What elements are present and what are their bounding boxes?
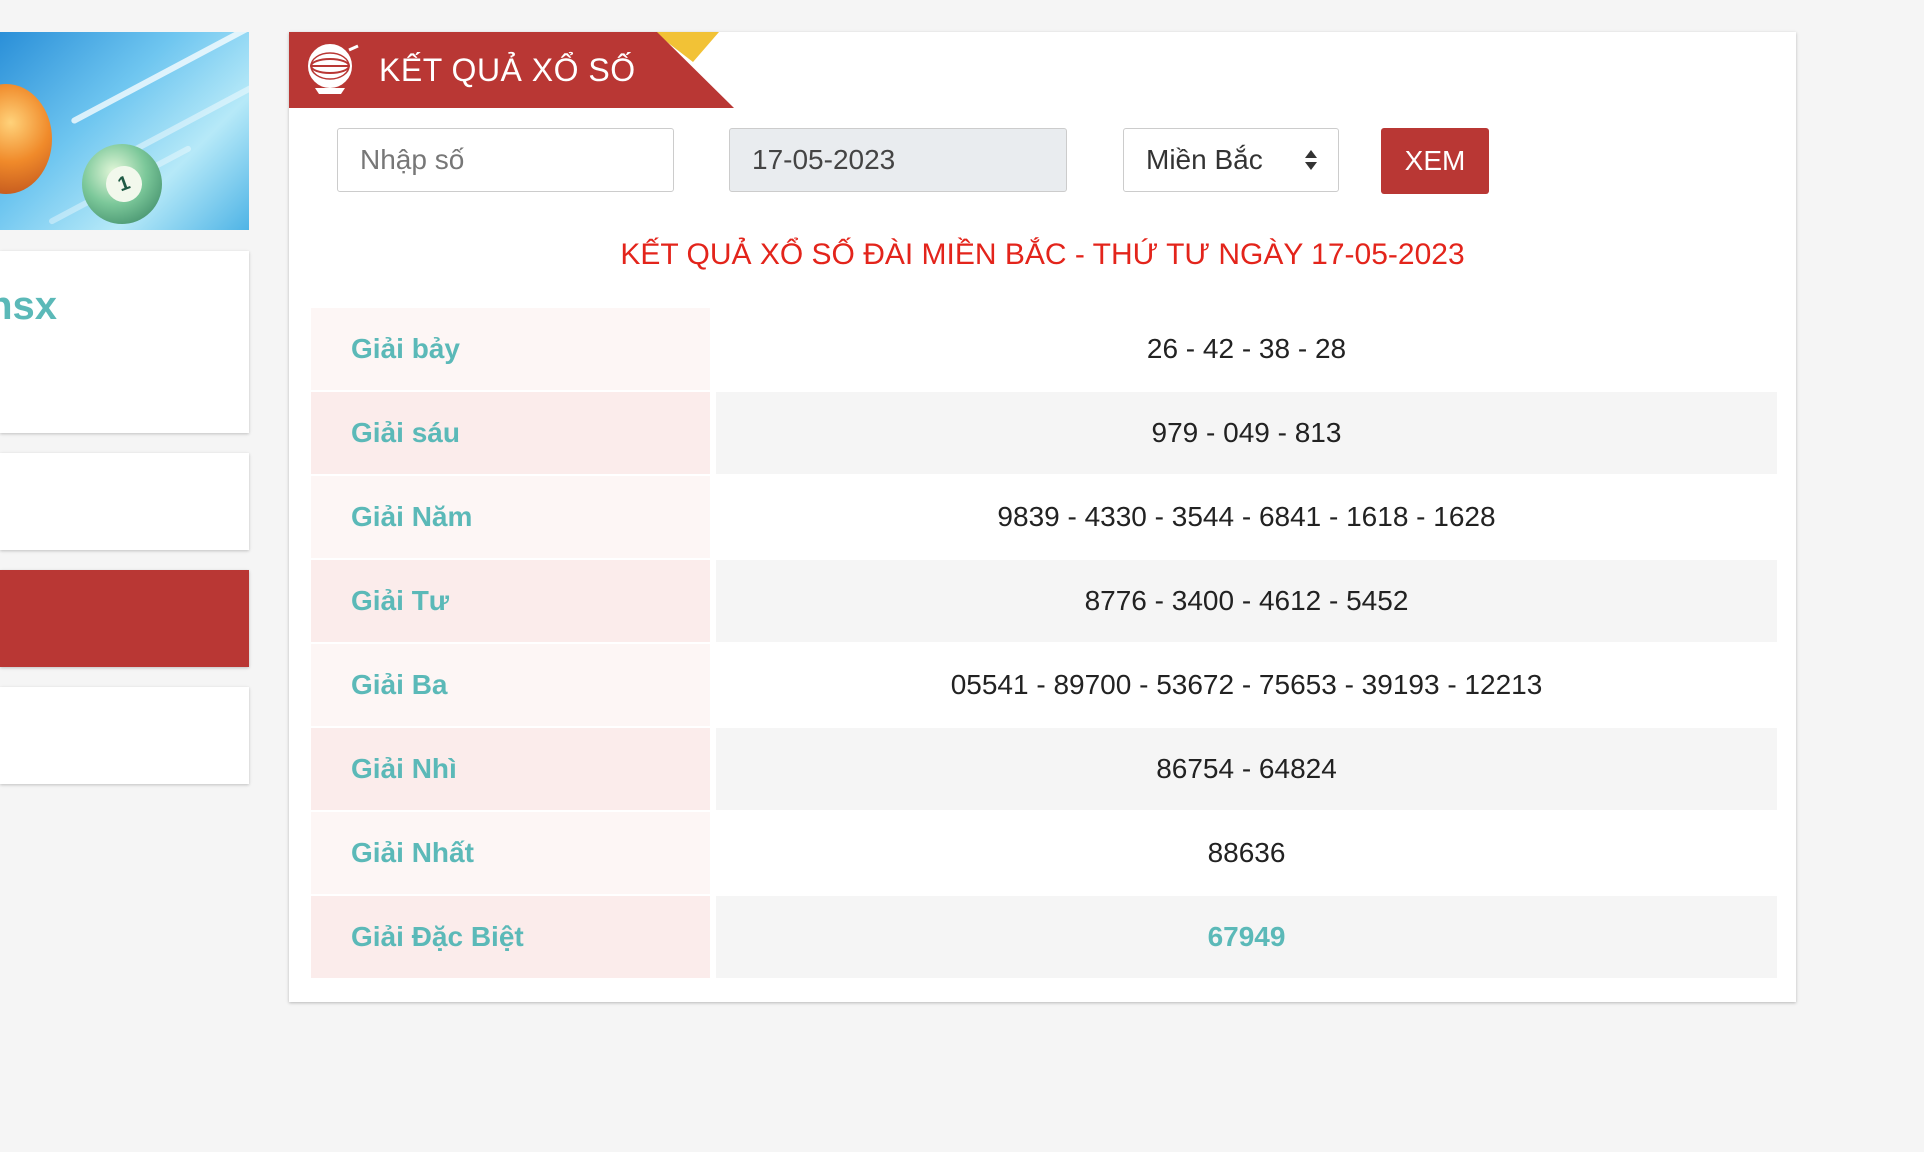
region-select[interactable]: Miền Bắc [1123, 128, 1339, 192]
lottery-results-panel: KẾT QUẢ XỔ SỐ Nhập số 17-05-2023 Miền Bắ… [289, 32, 1796, 1002]
prize-label: Giải Ba [311, 644, 710, 726]
prize-label: Giải Nhì [311, 728, 710, 810]
sidebar-card-active[interactable] [0, 570, 249, 667]
prize-row-2: Giải Nhì 86754 - 64824 [311, 728, 1777, 812]
sidebar-brand-title: nsx [0, 284, 57, 328]
results-table: Giải bảy 26 - 42 - 38 - 28 Giải sáu 979 … [311, 308, 1777, 980]
prize-row-7: Giải bảy 26 - 42 - 38 - 28 [311, 308, 1777, 392]
prize-numbers: 26 - 42 - 38 - 28 [716, 308, 1777, 390]
view-results-button[interactable]: XEM [1381, 128, 1489, 194]
prize-row-3: Giải Ba 05541 - 89700 - 53672 - 75653 - … [311, 644, 1777, 728]
prize-row-6: Giải sáu 979 - 049 - 813 [311, 392, 1777, 476]
prize-row-1: Giải Nhất 88636 [311, 812, 1777, 896]
prize-row-special: Giải Đặc Biệt 67949 [311, 896, 1777, 980]
orange-ball-graphic [0, 84, 52, 194]
number-search-input[interactable]: Nhập số [337, 128, 674, 192]
lottery-globe-icon [306, 42, 359, 94]
prize-row-4: Giải Tư 8776 - 3400 - 4612 - 5452 [311, 560, 1777, 644]
prize-label: Giải Năm [311, 476, 710, 558]
prize-numbers: 9839 - 4330 - 3544 - 6841 - 1618 - 1628 [716, 476, 1777, 558]
prize-numbers: 05541 - 89700 - 53672 - 75653 - 39193 - … [716, 644, 1777, 726]
results-heading: KẾT QUẢ XỔ SỐ ĐÀI MIỀN BẮC - THỨ TƯ NGÀY… [620, 238, 1465, 271]
section-header-ribbon: KẾT QUẢ XỔ SỐ [289, 32, 734, 108]
prize-numbers: 88636 [716, 812, 1777, 894]
prize-label: Giải bảy [311, 308, 710, 390]
special-prize-number: 67949 [716, 896, 1777, 978]
sidebar-card-brand[interactable]: nsx [0, 251, 249, 433]
prize-label: Giải Tư [311, 560, 710, 642]
prize-row-5: Giải Năm 9839 - 4330 - 3544 - 6841 - 161… [311, 476, 1777, 560]
prize-label: Giải sáu [311, 392, 710, 474]
green-ball-graphic: 1 [82, 144, 162, 224]
prize-numbers: 86754 - 64824 [716, 728, 1777, 810]
section-title: KẾT QUẢ XỔ SỐ [379, 52, 636, 88]
date-field[interactable]: 17-05-2023 [729, 128, 1067, 192]
prize-label: Giải Nhất [311, 812, 710, 894]
sidebar-card[interactable] [0, 687, 249, 784]
prize-label: Giải Đặc Biệt [311, 896, 710, 978]
select-arrows-icon [1305, 150, 1317, 170]
lottery-banner-image[interactable]: 1 [0, 32, 249, 230]
prize-numbers: 8776 - 3400 - 4612 - 5452 [716, 560, 1777, 642]
sidebar-card[interactable] [0, 453, 249, 550]
prize-numbers: 979 - 049 - 813 [716, 392, 1777, 474]
